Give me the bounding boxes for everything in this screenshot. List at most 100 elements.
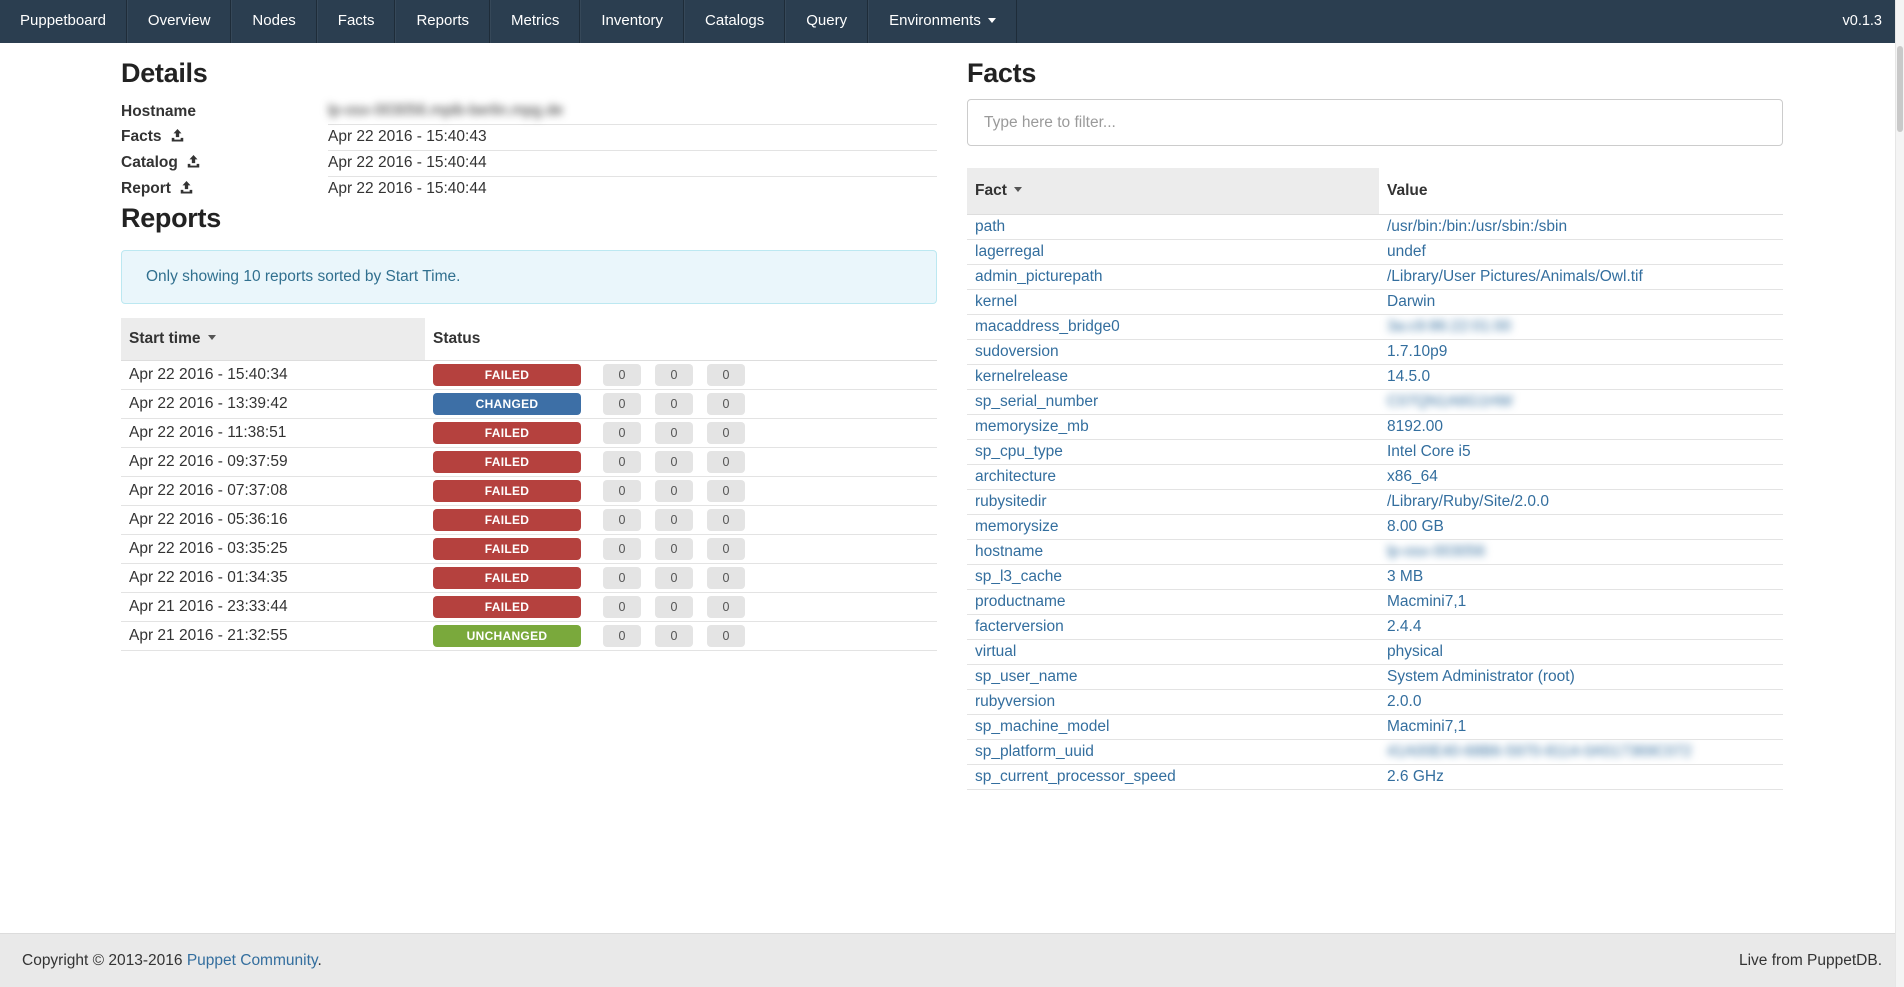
report-status-badge[interactable]: FAILED (433, 538, 581, 560)
fact-name-cell: rubysitedir (967, 490, 1379, 515)
fact-value-link[interactable]: 14.5.0 (1387, 368, 1430, 385)
report-status-badge[interactable]: CHANGED (433, 393, 581, 415)
fact-name-link[interactable]: sp_cpu_type (975, 443, 1063, 460)
report-status-cell: UNCHANGED (425, 622, 595, 651)
fact-name-link[interactable]: virtual (975, 643, 1016, 660)
report-status-badge[interactable]: FAILED (433, 596, 581, 618)
fact-value-link[interactable]: physical (1387, 643, 1443, 660)
facts-filter-input[interactable] (967, 99, 1783, 146)
fact-name-link[interactable]: hostname (975, 543, 1043, 560)
nav-item-overview[interactable]: Overview (127, 0, 232, 43)
nav-item-facts[interactable]: Facts (317, 0, 396, 43)
fact-value-link[interactable]: /Library/Ruby/Site/2.0.0 (1387, 493, 1549, 510)
report-status-badge[interactable]: FAILED (433, 364, 581, 386)
fact-name-link[interactable]: rubyversion (975, 693, 1055, 710)
scrollbar[interactable] (1895, 0, 1904, 987)
upload-icon[interactable] (180, 181, 193, 199)
fact-value-link[interactable]: /usr/bin:/bin:/usr/sbin:/sbin (1387, 218, 1567, 235)
nav-item-environments[interactable]: Environments (868, 0, 1017, 43)
report-count-badge: 0 (707, 538, 745, 560)
scrollbar-thumb[interactable] (1897, 46, 1903, 132)
fact-row: hostname lp-osx-003056 (967, 540, 1783, 565)
puppet-community-link[interactable]: Puppet Community (187, 952, 318, 969)
fact-value-link[interactable]: 8192.00 (1387, 418, 1443, 435)
fact-value-cell: 1.7.10p9 (1379, 340, 1783, 365)
upload-icon[interactable] (171, 129, 184, 147)
fact-name-link[interactable]: lagerregal (975, 243, 1044, 260)
report-status-badge[interactable]: FAILED (433, 509, 581, 531)
fact-value-link[interactable]: Macmini7,1 (1387, 593, 1466, 610)
reports-sort-header-start-time[interactable]: Start time (121, 318, 425, 361)
fact-value-link[interactable]: Intel Core i5 (1387, 443, 1471, 460)
fact-value-link[interactable]: 2.6 GHz (1387, 768, 1444, 785)
report-count-cell: 0 (595, 622, 647, 651)
report-status-badge[interactable]: FAILED (433, 480, 581, 502)
report-count-cell: 0 (699, 448, 937, 477)
report-status-badge[interactable]: FAILED (433, 451, 581, 473)
upload-icon[interactable] (187, 155, 200, 173)
fact-value-link[interactable]: x86_64 (1387, 468, 1438, 485)
fact-row: kernel Darwin (967, 290, 1783, 315)
fact-name-link[interactable]: sp_serial_number (975, 393, 1098, 410)
fact-name-link[interactable]: kernel (975, 293, 1017, 310)
fact-row: productname Macmini7,1 (967, 590, 1783, 615)
fact-value-link[interactable]: /Library/User Pictures/Animals/Owl.tif (1387, 268, 1643, 285)
nav-item-nodes[interactable]: Nodes (231, 0, 316, 43)
fact-name-link[interactable]: kernelrelease (975, 368, 1068, 385)
navbar: PuppetboardOverviewNodesFactsReportsMetr… (0, 0, 1904, 43)
report-status-badge[interactable]: UNCHANGED (433, 625, 581, 647)
fact-name-link[interactable]: architecture (975, 468, 1056, 485)
fact-value-link[interactable]: 3 MB (1387, 568, 1423, 585)
report-count-cell: 0 (595, 477, 647, 506)
report-count-badge: 0 (603, 364, 641, 386)
fact-name-link[interactable]: path (975, 218, 1005, 235)
fact-value-link[interactable]: undef (1387, 243, 1426, 260)
fact-value-link[interactable]: 2.0.0 (1387, 693, 1421, 710)
nav-item-catalogs[interactable]: Catalogs (684, 0, 785, 43)
report-status-cell: CHANGED (425, 390, 595, 419)
fact-name-link[interactable]: sp_current_processor_speed (975, 768, 1176, 785)
fact-value-link[interactable]: C07QN1A6G1HW (1387, 393, 1513, 410)
fact-name-link[interactable]: facterversion (975, 618, 1064, 635)
report-status-badge[interactable]: FAILED (433, 567, 581, 589)
fact-value-link[interactable]: 3a:c9:86:22:01:00 (1387, 318, 1511, 335)
fact-value-cell: /usr/bin:/bin:/usr/sbin:/sbin (1379, 215, 1783, 240)
fact-value-link[interactable]: 8.00 GB (1387, 518, 1444, 535)
fact-name-link[interactable]: admin_picturepath (975, 268, 1103, 285)
report-status-cell: FAILED (425, 564, 595, 593)
reports-header-status[interactable]: Status (425, 318, 595, 361)
nav-item-reports[interactable]: Reports (395, 0, 490, 43)
fact-name-link[interactable]: sp_machine_model (975, 718, 1109, 735)
fact-name-link[interactable]: sp_l3_cache (975, 568, 1062, 585)
fact-name-link[interactable]: sp_user_name (975, 668, 1078, 685)
nav-item-query[interactable]: Query (785, 0, 868, 43)
fact-row: kernelrelease 14.5.0 (967, 365, 1783, 390)
sort-desc-caret-icon (208, 335, 216, 340)
fact-name-link[interactable]: sudoversion (975, 343, 1059, 360)
nav-item-inventory[interactable]: Inventory (580, 0, 684, 43)
fact-value-link[interactable]: System Administrator (root) (1387, 668, 1575, 685)
fact-value-link[interactable]: 41A00E40-68B6-5970-8114-0A517369C072 (1387, 743, 1692, 760)
report-status-cell: FAILED (425, 448, 595, 477)
report-count-badge: 0 (603, 538, 641, 560)
fact-name-link[interactable]: memorysize (975, 518, 1059, 535)
fact-name-link[interactable]: rubysitedir (975, 493, 1047, 510)
fact-name-link[interactable]: macaddress_bridge0 (975, 318, 1120, 335)
report-count-badge: 0 (655, 364, 693, 386)
nav-item-metrics[interactable]: Metrics (490, 0, 580, 43)
facts-header-value[interactable]: Value (1379, 168, 1783, 215)
fact-value-cell: System Administrator (root) (1379, 665, 1783, 690)
fact-value-link[interactable]: lp-osx-003056 (1387, 543, 1485, 560)
fact-value-link[interactable]: 2.4.4 (1387, 618, 1421, 635)
fact-value-link[interactable]: 1.7.10p9 (1387, 343, 1447, 360)
fact-name-link[interactable]: memorysize_mb (975, 418, 1089, 435)
fact-name-link[interactable]: sp_platform_uuid (975, 743, 1094, 760)
fact-name-cell: rubyversion (967, 690, 1379, 715)
fact-name-link[interactable]: productname (975, 593, 1065, 610)
fact-value-link[interactable]: Macmini7,1 (1387, 718, 1466, 735)
fact-value-link[interactable]: Darwin (1387, 293, 1435, 310)
report-status-badge[interactable]: FAILED (433, 422, 581, 444)
nav-item-puppetboard[interactable]: Puppetboard (0, 0, 127, 43)
facts-sort-header-fact[interactable]: Fact (967, 168, 1379, 215)
fact-value-cell: physical (1379, 640, 1783, 665)
